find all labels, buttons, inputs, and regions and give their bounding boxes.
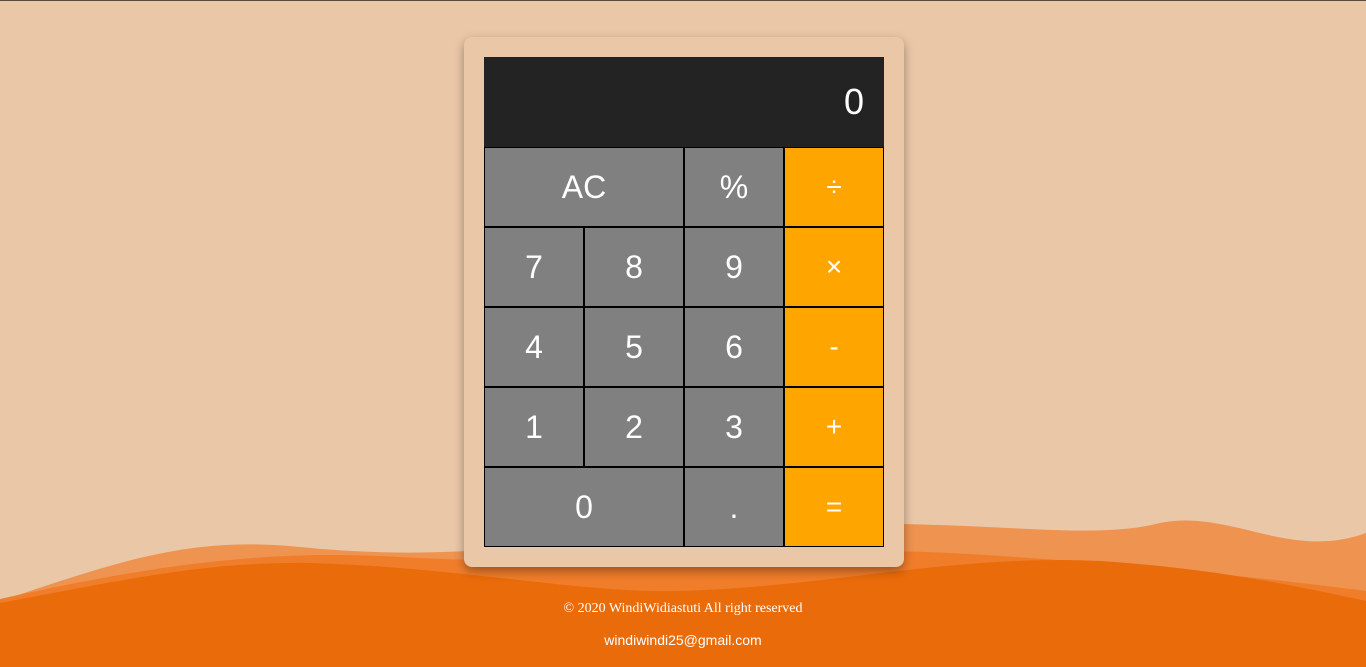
decimal-button[interactable]: . (684, 467, 784, 547)
subtract-button[interactable]: - (784, 307, 884, 387)
equals-button[interactable]: = (784, 467, 884, 547)
calculator-display: 0 (484, 57, 884, 147)
add-button[interactable]: + (784, 387, 884, 467)
digit-7-button[interactable]: 7 (484, 227, 584, 307)
keypad: AC % ÷ 7 8 9 × 4 5 6 - 1 2 3 + 0 . = (484, 147, 884, 547)
footer-copyright: © 2020 WindiWidiastuti All right reserve… (563, 601, 803, 616)
calculator: 0 AC % ÷ 7 8 9 × 4 5 6 - 1 2 3 + 0 . = (464, 37, 904, 567)
digit-4-button[interactable]: 4 (484, 307, 584, 387)
digit-1-button[interactable]: 1 (484, 387, 584, 467)
digit-2-button[interactable]: 2 (584, 387, 684, 467)
digit-5-button[interactable]: 5 (584, 307, 684, 387)
digit-6-button[interactable]: 6 (684, 307, 784, 387)
digit-0-button[interactable]: 0 (484, 467, 684, 547)
digit-3-button[interactable]: 3 (684, 387, 784, 467)
percent-button[interactable]: % (684, 147, 784, 227)
digit-8-button[interactable]: 8 (584, 227, 684, 307)
footer-email: windiwindi25@gmail.com (604, 632, 762, 648)
divide-button[interactable]: ÷ (784, 147, 884, 227)
digit-9-button[interactable]: 9 (684, 227, 784, 307)
multiply-button[interactable]: × (784, 227, 884, 307)
clear-button[interactable]: AC (484, 147, 684, 227)
